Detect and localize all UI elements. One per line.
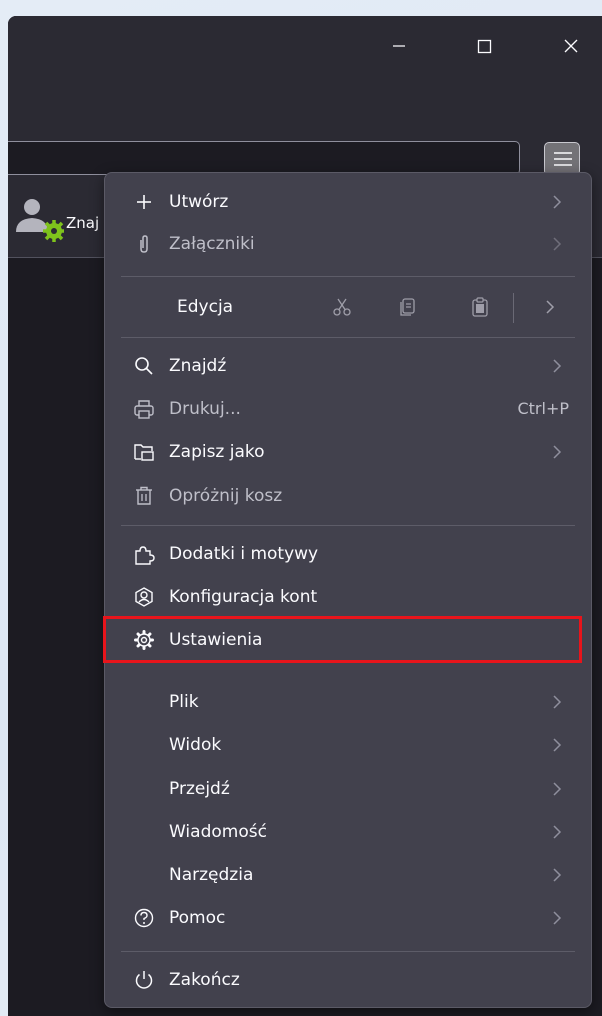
menu-item-label: Załączniki: [169, 234, 255, 254]
menu-item-file[interactable]: Plik: [105, 683, 591, 721]
menu-item-addons[interactable]: Dodatki i motywy: [105, 535, 591, 573]
account-settings-icon[interactable]: [12, 198, 64, 242]
menu-edit-row: Edycja: [105, 285, 591, 329]
chevron-right-icon: [553, 825, 562, 839]
help-icon: [134, 908, 154, 928]
menu-item-label: Wiadomość: [169, 822, 267, 842]
menu-item-empty-trash[interactable]: Opróżnij kosz: [105, 477, 591, 515]
menu-item-create[interactable]: Utwórz: [105, 183, 591, 221]
menu-item-label: Narzędzia: [169, 865, 254, 885]
maximize-icon: [477, 39, 492, 54]
chevron-right-icon: [553, 445, 562, 459]
menu-separator: [121, 525, 575, 526]
puzzle-icon: [135, 546, 155, 565]
menu-item-label: Pomoc: [169, 908, 226, 928]
menu-separator: [121, 337, 575, 338]
close-button[interactable]: [548, 24, 596, 68]
chevron-right-icon: [553, 782, 562, 796]
menu-item-save-as[interactable]: Zapisz jako: [105, 433, 591, 471]
power-icon: [135, 971, 153, 989]
chevron-right-icon: [553, 695, 562, 709]
menu-item-label: Zapisz jako: [169, 442, 265, 462]
menu-item-view[interactable]: Widok: [105, 726, 591, 764]
minimize-button[interactable]: [374, 24, 422, 68]
menu-item-go[interactable]: Przejdź: [105, 770, 591, 808]
hamburger-menu-icon: [554, 152, 572, 166]
menu-item-label: Znajdź: [169, 356, 227, 376]
menu-item-message[interactable]: Wiadomość: [105, 813, 591, 851]
menu-item-label: Utwórz: [169, 192, 229, 212]
edit-row-divider: [513, 293, 514, 323]
menu-item-label: Plik: [169, 692, 199, 712]
edit-label: Edycja: [177, 297, 234, 317]
menu-item-help[interactable]: Pomoc: [105, 899, 591, 937]
account-setup-icon: [135, 587, 153, 607]
paperclip-icon: [140, 235, 148, 253]
title-bar: [8, 16, 602, 124]
menu-item-label: Zakończ: [169, 970, 240, 990]
cut-icon[interactable]: [331, 296, 353, 318]
menu-item-label: Opróżnij kosz: [169, 486, 283, 506]
menu-separator: [121, 951, 575, 952]
printer-icon: [134, 400, 154, 419]
copy-icon[interactable]: [397, 296, 419, 318]
menu-item-label: Konfiguracja kont: [169, 587, 318, 607]
paste-icon[interactable]: [469, 296, 491, 318]
menu-item-tools[interactable]: Narzędzia: [105, 856, 591, 894]
menu-item-quit[interactable]: Zakończ: [105, 961, 591, 999]
account-label[interactable]: Znaj: [66, 214, 99, 232]
chevron-right-icon: [553, 738, 562, 752]
menu-item-account-setup[interactable]: Konfiguracja kont: [105, 578, 591, 616]
menu-item-label: Dodatki i motywy: [169, 544, 319, 564]
menu-item-label: Przejdź: [169, 779, 230, 799]
chevron-right-icon: [553, 911, 562, 925]
close-icon: [564, 39, 578, 53]
save-as-icon: [134, 444, 154, 461]
app-menu-button[interactable]: [544, 142, 580, 176]
maximize-button[interactable]: [461, 24, 509, 68]
trash-icon: [136, 486, 152, 505]
chevron-right-icon: [553, 868, 562, 882]
chevron-right-icon: [553, 359, 562, 373]
menu-item-label: Drukuj...: [169, 399, 241, 419]
menu-item-label: Widok: [169, 735, 222, 755]
app-menu: Utwórz Załączniki Edycja Znajdź Drukuj..…: [103, 172, 592, 1008]
settings-highlight-box: [103, 616, 582, 663]
menu-separator: [121, 276, 575, 277]
menu-item-find[interactable]: Znajdź: [105, 347, 591, 385]
chevron-right-icon: [553, 237, 562, 251]
chevron-right-icon: [553, 195, 562, 209]
search-icon: [135, 357, 153, 375]
menu-item-attachments[interactable]: Załączniki: [105, 225, 591, 263]
search-bar[interactable]: [8, 141, 520, 175]
menu-item-print[interactable]: Drukuj... Ctrl+P: [105, 390, 591, 428]
chevron-right-icon[interactable]: [539, 296, 561, 318]
minimize-icon: [393, 45, 405, 47]
plus-icon: [137, 195, 151, 209]
print-shortcut: Ctrl+P: [517, 399, 569, 418]
